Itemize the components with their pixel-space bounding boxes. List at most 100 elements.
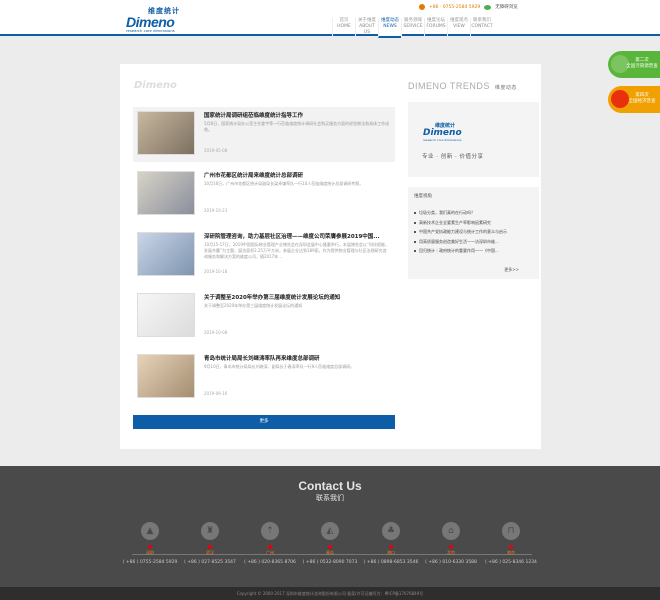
news-title[interactable]: 深研院管理咨询，助力基层社区治理——维度公司荣膺参展2019中国... — [204, 232, 392, 240]
nav-forums[interactable]: 维度论坛 FORUMS — [424, 18, 447, 36]
nav-view[interactable]: 维度观点 VIEW — [447, 18, 470, 36]
city-phone: ( +86 ) 020-8365 8706 — [244, 560, 296, 565]
site-header: 维度统计 Dimeno research core dimensions +86… — [0, 0, 660, 38]
news-thumbnail[interactable] — [137, 171, 195, 215]
nav-contact[interactable]: 联系我们 CONTACT — [470, 18, 493, 36]
city-shenzhen[interactable]: ▲ 深圳 ( +86 ) 0755-2584 5929 — [120, 522, 180, 565]
nav-about[interactable]: 关于维度 ABOUT US — [355, 18, 378, 36]
site-logo[interactable]: 维度统计 Dimeno research core dimensions — [126, 6, 186, 33]
brand-logo-tagline: research core dimensions — [423, 138, 462, 142]
site-footer: Contact Us 联系我们 ▲ 深圳 ( +86 ) 0755-2584 5… — [0, 466, 660, 587]
location-dot-icon — [328, 545, 332, 549]
city-name: 武汉 — [206, 550, 214, 555]
city-wuhan[interactable]: ♜ 武汉 ( +86 ) 027-8525 3547 — [180, 522, 240, 565]
accessibility-link[interactable]: 无障碍浏览 — [495, 4, 518, 10]
city-phone: ( +86 ) 0898-6853 3546 — [363, 560, 419, 565]
nav-news[interactable]: 维度动态 NEWS — [378, 18, 401, 38]
news-summary: 10月16日，广州市花都区统计局副局长梁卓谦率队一行10人莅临维度统计总部调研考… — [204, 181, 364, 186]
census-badge-icon — [611, 90, 629, 108]
news-item[interactable]: 青岛市统计局局长刘继涛率队再来维度总部调研 9月10日，青岛市统计局局长刘继涛、… — [133, 350, 395, 405]
city-nanjing[interactable]: ⊓ 南京 ( +86 ) 025-8346 1234 — [481, 522, 541, 565]
header-phone: +86 · 0755-2584 5929 — [429, 4, 481, 10]
news-title[interactable]: 关于调整至2020年举办第三届维度统计发展论坛的通知 — [204, 293, 392, 301]
nav-label-en: VIEW — [453, 23, 465, 29]
viewpoint-item[interactable]: 垃圾分类，我们真的在行动吗？ — [414, 208, 533, 218]
viewpoint-item[interactable]: 中国共产党执政能力建设与统计工作的意义与启示 — [414, 227, 533, 237]
pollution-census-button[interactable]: 第二次 全国污染源普查 — [608, 51, 660, 78]
location-dot-icon — [509, 545, 513, 549]
news-item[interactable]: 深研院管理咨询，助力基层社区治理——维度公司荣膺参展2019中国... 10月1… — [133, 228, 395, 283]
main-nav: 首页 HOME 关于维度 ABOUT US 维度动态 NEWS 服务领域 SERVICE… — [332, 18, 493, 38]
city-phone: ( +86 ) 0755-2584 5929 — [122, 560, 178, 565]
nav-label-en: CONTACT — [471, 23, 493, 29]
city-beijing[interactable]: ⌂ 北京 ( +86 ) 010-6330 3588 — [421, 522, 481, 565]
header-contact: +86 · 0755-2584 5929 无障碍浏览 — [419, 4, 518, 10]
float-label-line2: 全国经济普查 — [628, 98, 656, 104]
palm-icon: ♣ — [382, 522, 400, 540]
nav-label-cn: 关于维度 — [358, 18, 376, 23]
news-title[interactable]: 广州市花都区统计局来维度统计总部调研 — [204, 171, 392, 179]
nav-label-cn: 维度论坛 — [427, 18, 445, 23]
pagoda-icon: ♜ — [201, 522, 219, 540]
nav-home[interactable]: 首页 HOME — [332, 18, 355, 36]
city-name: 青岛 — [326, 550, 334, 555]
news-thumbnail[interactable] — [137, 354, 195, 398]
brand-box: 维度统计 Dimeno research core dimensions 专业 … — [408, 102, 539, 177]
city-guangzhou[interactable]: ⇡ 广州 ( +86 ) 020-8365 8706 — [240, 522, 300, 565]
city-phone: ( +86 ) 027-8525 3547 — [184, 560, 236, 565]
news-title[interactable]: 国家统计局调研组莅临维度统计指导工作 — [204, 111, 392, 119]
viewpoint-box: 维度视角 垃圾分类，我们真的在行动吗？ 高新技术企业全要素生产率影响因素研究 中… — [408, 187, 539, 279]
city-name: 深圳 — [146, 550, 154, 555]
city-phone: ( +86 ) 025-8346 1234 — [485, 560, 537, 565]
news-item[interactable]: 国家统计局调研组莅临维度统计指导工作 5月8日，国家统计局办公室主任姜宇等一行莅… — [133, 107, 395, 162]
news-panel: Dimeno 国家统计局调研组莅临维度统计指导工作 5月8日，国家统计局办公室主… — [120, 64, 541, 449]
news-summary: 关于调整至2020年举办第三届维度统计发展论坛的通知 — [204, 303, 303, 308]
economic-census-button[interactable]: 第四次 全国经济普查 — [608, 86, 660, 113]
location-dot-icon — [449, 545, 453, 549]
news-thumbnail[interactable] — [137, 293, 195, 337]
trends-heading: DIMENO TRENDS 维度动态 — [408, 81, 539, 91]
sail-icon: ◭ — [321, 522, 339, 540]
viewpoint-item[interactable]: 用高质量服务创造美好生活——访深圳市维... — [414, 237, 533, 247]
news-date: 2019-10-23 — [204, 208, 228, 213]
sidebar: DIMENO TRENDS 维度动态 维度统计 Dimeno research c… — [408, 81, 539, 279]
viewpoint-item[interactable]: 高新技术企业全要素生产率影响因素研究 — [414, 218, 533, 228]
nav-service[interactable]: 服务领域 SERVICE — [401, 18, 424, 36]
brand-logo-cn: 维度统计 — [435, 123, 456, 129]
tower-icon: ⇡ — [261, 522, 279, 540]
phone-icon — [419, 4, 425, 10]
news-summary: 9月10日，青岛市统计局局长刘继涛、副局长于春涛率队一行9人莅临维度总部调研。 — [204, 364, 355, 369]
location-dot-icon — [208, 545, 212, 549]
news-summary: 5月8日，国家统计局办公室主任姜宇等一行莅临维度统计调研社会购买服务方面的经验做… — [204, 121, 390, 132]
news-item[interactable]: 广州市花都区统计局来维度统计总部调研 10月16日，广州市花都区统计局副局长梁卓… — [133, 167, 395, 222]
gate-icon: ⊓ — [502, 522, 520, 540]
city-qingdao[interactable]: ◭ 青岛 ( +86 ) 0532-8090 7073 — [300, 522, 360, 565]
nav-label-cn: 联系我们 — [473, 18, 491, 23]
accessibility-icon[interactable] — [484, 4, 492, 10]
location-dot-icon — [389, 545, 393, 549]
city-name: 海口 — [387, 550, 395, 555]
watermark-logo: Dimeno — [134, 80, 177, 91]
copyright-bar: Copyright © 2000-2017 深圳市维度统计咨询股份有限公司 备案… — [0, 587, 660, 600]
news-thumbnail[interactable] — [137, 111, 195, 155]
news-date: 2019-10-08 — [204, 330, 228, 335]
census-badge-icon — [611, 55, 629, 73]
temple-icon: ⌂ — [442, 522, 460, 540]
viewpoint-more-link[interactable]: 更多>> — [504, 267, 519, 273]
brand-slogan: 专业 · 创新 · 价值分享 — [422, 154, 484, 160]
logo-tagline: research core dimensions — [126, 28, 175, 33]
news-item[interactable]: 关于调整至2020年举办第三届维度统计发展论坛的通知 关于调整至2020年举办第… — [133, 289, 395, 344]
nav-label-en: SERVICE — [403, 23, 423, 29]
landmark-icon: ▲ — [141, 522, 159, 540]
viewpoint-title: 维度视角 — [414, 194, 432, 199]
news-thumbnail[interactable] — [137, 232, 195, 276]
news-date: 2019-09-16 — [204, 391, 228, 396]
viewpoint-item[interactable]: 回归统计｜政府统计的重要作用——《中国... — [414, 246, 533, 256]
news-title[interactable]: 青岛市统计局局长刘继涛率队再来维度总部调研 — [204, 354, 392, 362]
trends-heading-en: DIMENO TRENDS — [408, 81, 490, 91]
city-haikou[interactable]: ♣ 海口 ( +86 ) 0898-6853 3546 — [361, 522, 421, 565]
location-dot-icon — [148, 545, 152, 549]
news-summary: 10月15-17日，2019中国国际物业管理产业博览会在深圳会展中心隆重举行。本… — [204, 242, 389, 259]
load-more-button[interactable]: 更多 — [133, 415, 395, 429]
city-name: 北京 — [447, 550, 455, 555]
